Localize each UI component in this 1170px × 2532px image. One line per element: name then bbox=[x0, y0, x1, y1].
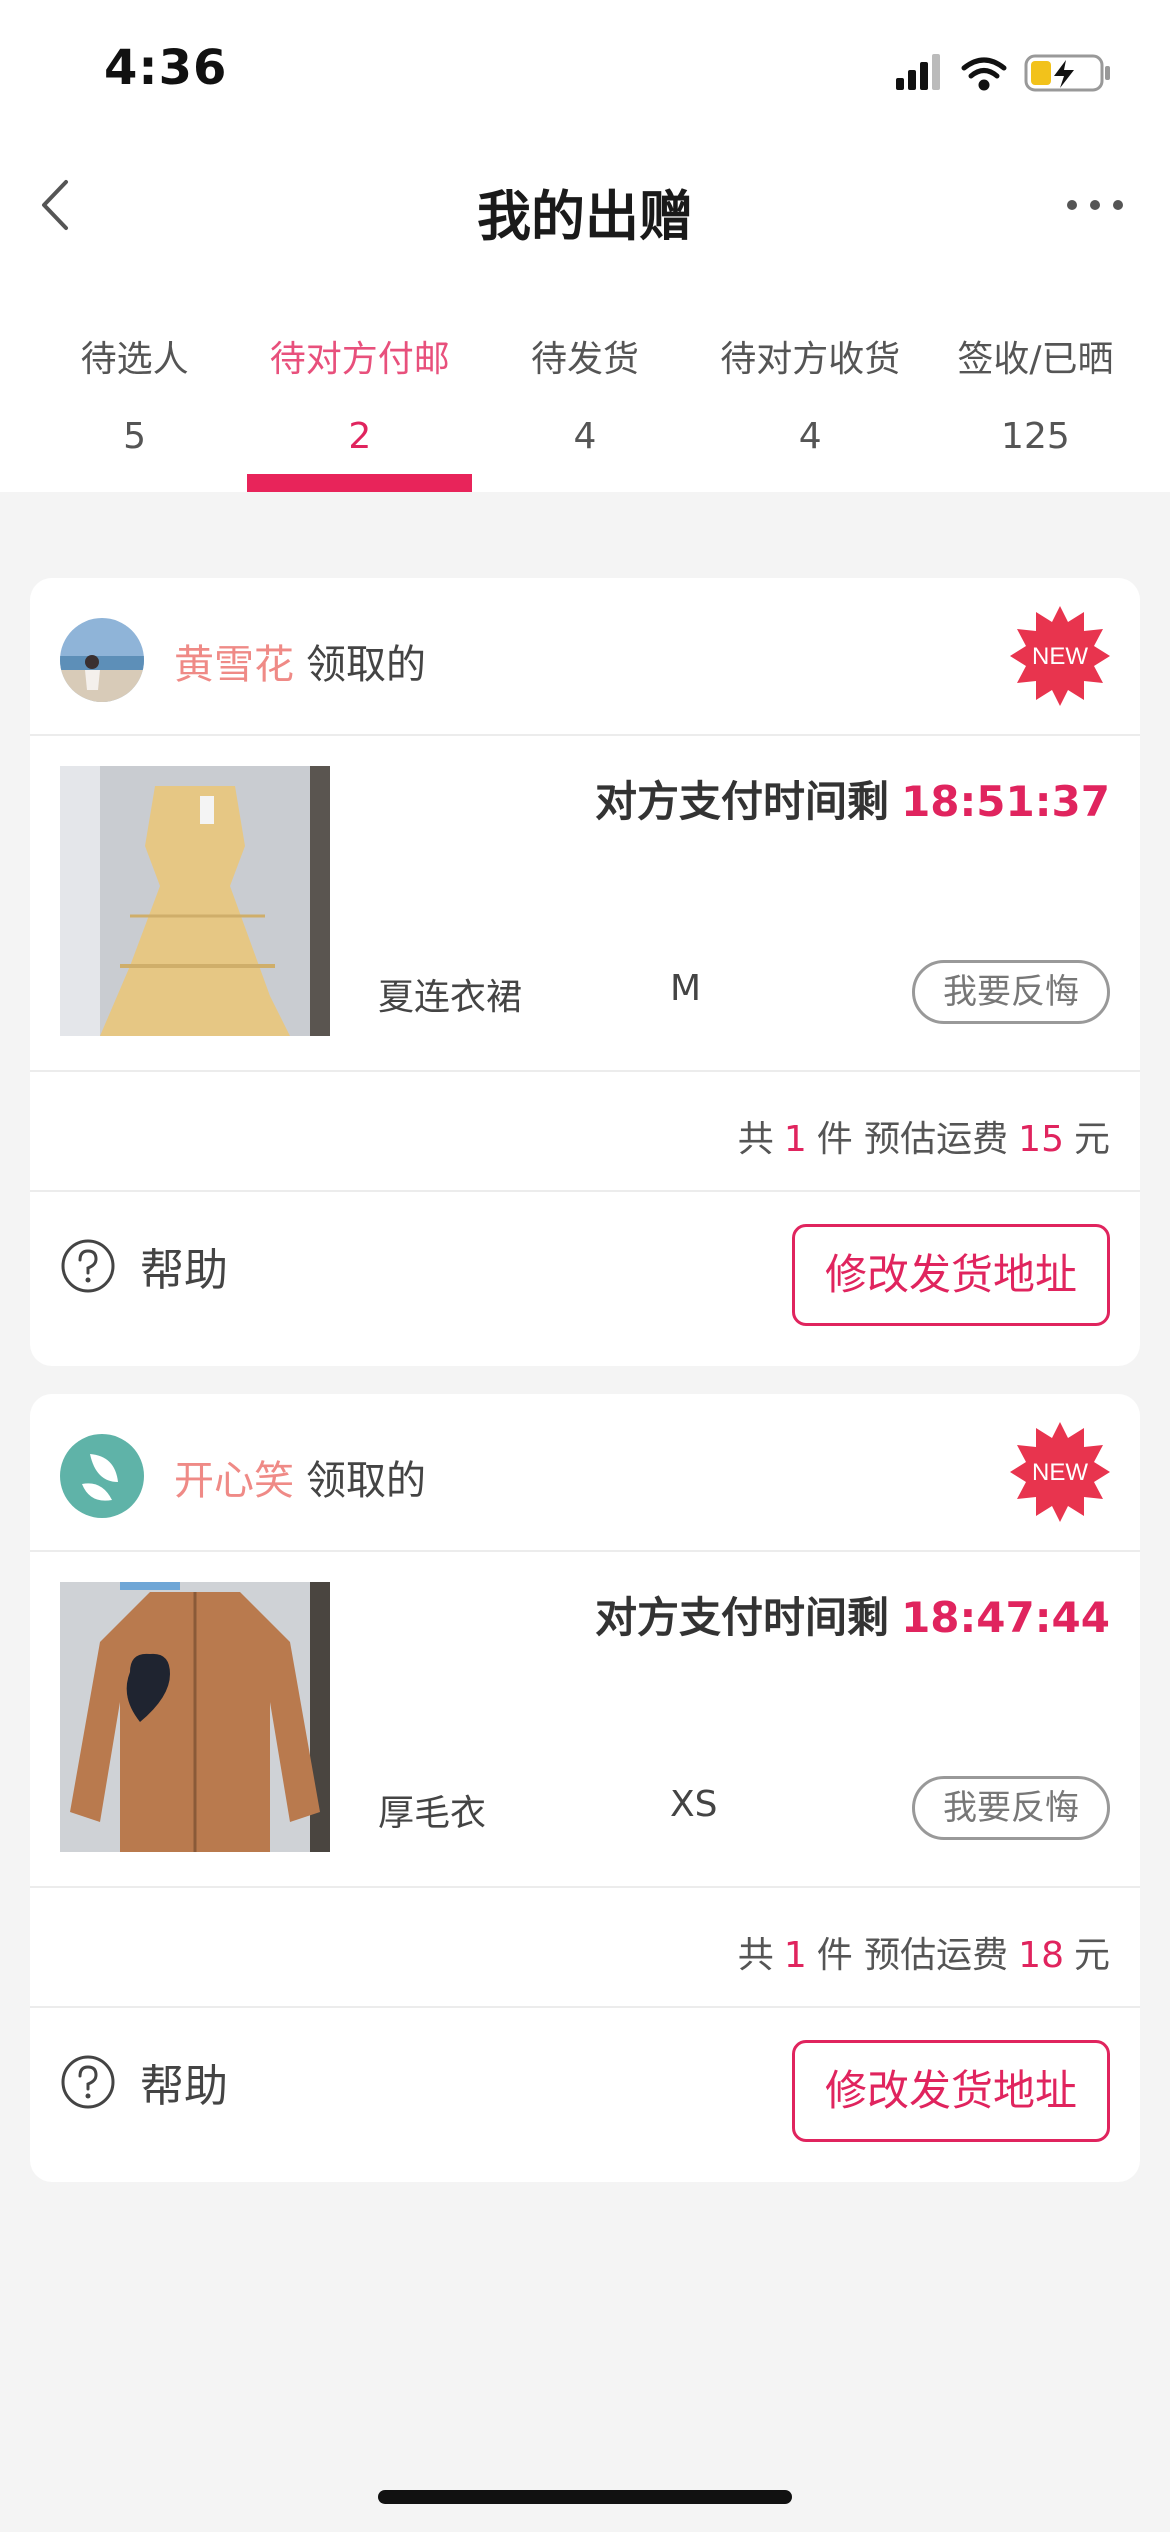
countdown-label: 对方支付时间剩 bbox=[595, 1593, 890, 1642]
card-header: 黄雪花 领取的 NEW bbox=[30, 578, 1140, 736]
tab-pending-selection[interactable]: 待选人 5 bbox=[22, 320, 247, 492]
item-size: M bbox=[670, 968, 702, 1009]
tab-count: 4 bbox=[573, 416, 597, 457]
item-photo[interactable] bbox=[60, 766, 330, 1036]
summary-prefix: 共 bbox=[737, 1935, 774, 1976]
tab-label: 签收/已晒 bbox=[957, 339, 1114, 380]
active-tab-indicator bbox=[247, 474, 473, 492]
order-card: 黄雪花 领取的 NEW 对方支付时间剩 18:51:37 夏连衣裙 M 我要反悔… bbox=[30, 578, 1140, 1366]
more-button[interactable] bbox=[1060, 190, 1130, 220]
status-time: 4:36 bbox=[104, 40, 228, 96]
more-dots-icon bbox=[1067, 200, 1123, 210]
battery-icon bbox=[1024, 54, 1110, 92]
tab-label: 待对方收货 bbox=[720, 339, 901, 380]
summary-mid: 件 预估运费 bbox=[816, 1935, 1009, 1976]
summary-suffix: 元 bbox=[1073, 1935, 1110, 1976]
countdown-timer: 18:47:44 bbox=[901, 1593, 1110, 1642]
claimer-text: 开心笑 领取的 bbox=[174, 1448, 426, 1506]
item-count: 1 bbox=[783, 1119, 807, 1160]
claimer-suffix: 领取的 bbox=[306, 642, 426, 688]
card-header: 开心笑 领取的 NEW bbox=[30, 1394, 1140, 1552]
regret-button[interactable]: 我要反悔 bbox=[912, 1776, 1110, 1840]
status-tabs: 待选人 5 待对方付邮 2 待发货 4 待对方收货 4 签收/已晒 125 bbox=[22, 320, 1148, 492]
avatar[interactable] bbox=[60, 618, 144, 702]
item-count: 1 bbox=[783, 1935, 807, 1976]
tab-label: 待选人 bbox=[80, 339, 189, 380]
tab-count: 4 bbox=[798, 416, 822, 457]
help-icon bbox=[61, 1239, 115, 1293]
payment-countdown: 对方支付时间剩 18:47:44 bbox=[595, 1584, 1110, 1645]
order-summary: 共1件 预估运费 15 元 bbox=[738, 1110, 1110, 1162]
summary-mid: 件 预估运费 bbox=[816, 1119, 1009, 1160]
modify-address-button[interactable]: 修改发货地址 bbox=[792, 1224, 1110, 1326]
claimer-name[interactable]: 黄雪花 bbox=[174, 642, 294, 688]
order-card: 开心笑领取的 NEW 对方支付时间剩18:47:44 厚毛衣 XS 我要反悔 bbox=[30, 1394, 1140, 2182]
summary-suffix: 元 bbox=[1073, 1119, 1110, 1160]
item-size: XS bbox=[670, 1784, 718, 1825]
item-row: 对方支付时间剩 18:47:44 厚毛衣 XS 我要反悔 bbox=[30, 1552, 1140, 1888]
badge-text: NEW bbox=[1032, 1459, 1088, 1486]
claimer-suffix: 领取的 bbox=[306, 1458, 426, 1504]
claimer-text: 黄雪花 领取的 bbox=[174, 632, 426, 690]
help-label: 帮助 bbox=[140, 2061, 228, 2112]
help-link[interactable]: 帮助 bbox=[60, 2052, 228, 2112]
tab-label: 待对方付邮 bbox=[269, 339, 450, 380]
home-indicator bbox=[378, 2490, 792, 2504]
tab-count: 5 bbox=[123, 416, 147, 457]
modify-address-button[interactable]: 修改发货地址 bbox=[792, 2040, 1110, 2142]
tab-pending-postage[interactable]: 待对方付邮 2 bbox=[247, 320, 473, 492]
tab-count: 125 bbox=[1001, 416, 1070, 457]
tab-received-shared[interactable]: 签收/已晒 125 bbox=[923, 320, 1148, 492]
help-label: 帮助 bbox=[140, 1245, 228, 1296]
tab-pending-shipment[interactable]: 待发货 4 bbox=[472, 320, 697, 492]
tab-pending-receipt[interactable]: 待对方收货 4 bbox=[698, 320, 923, 492]
summary-prefix: 共 bbox=[737, 1119, 774, 1160]
wifi-icon bbox=[961, 57, 1007, 91]
new-badge: NEW bbox=[1008, 604, 1112, 708]
help-link[interactable]: 帮助 bbox=[60, 1236, 228, 1296]
new-badge: NEW bbox=[1008, 1420, 1112, 1524]
tab-count: 2 bbox=[348, 416, 372, 457]
badge-text: NEW bbox=[1032, 643, 1088, 670]
cellular-signal-icon bbox=[896, 54, 940, 90]
order-summary: 共1件 预估运费 18 元 bbox=[738, 1926, 1110, 1978]
tab-label: 待发货 bbox=[531, 339, 640, 380]
help-icon bbox=[61, 2055, 115, 2109]
countdown-timer: 18:51:37 bbox=[901, 777, 1110, 826]
claimer-name[interactable]: 开心笑 bbox=[174, 1458, 294, 1504]
action-row: 帮助 修改发货地址 bbox=[30, 2008, 1140, 2182]
shipping-fee: 18 bbox=[1018, 1935, 1064, 1976]
summary-row: 共1件 预估运费 15 元 bbox=[30, 1072, 1140, 1192]
item-photo[interactable] bbox=[60, 1582, 330, 1852]
shipping-fee: 15 bbox=[1018, 1119, 1064, 1160]
page-title: 我的出赠 bbox=[477, 185, 693, 248]
status-icons bbox=[896, 52, 1116, 96]
countdown-label: 对方支付时间剩 bbox=[595, 777, 890, 826]
avatar[interactable] bbox=[60, 1434, 144, 1518]
regret-button[interactable]: 我要反悔 bbox=[912, 960, 1110, 1024]
item-row: 对方支付时间剩 18:51:37 夏连衣裙 M 我要反悔 bbox=[30, 736, 1140, 1072]
item-name: 夏连衣裙 bbox=[378, 977, 523, 1018]
payment-countdown: 对方支付时间剩 18:51:37 bbox=[595, 768, 1110, 829]
action-row: 帮助 修改发货地址 bbox=[30, 1192, 1140, 1366]
summary-row: 共1件 预估运费 18 元 bbox=[30, 1888, 1140, 2008]
item-name: 厚毛衣 bbox=[378, 1793, 487, 1834]
